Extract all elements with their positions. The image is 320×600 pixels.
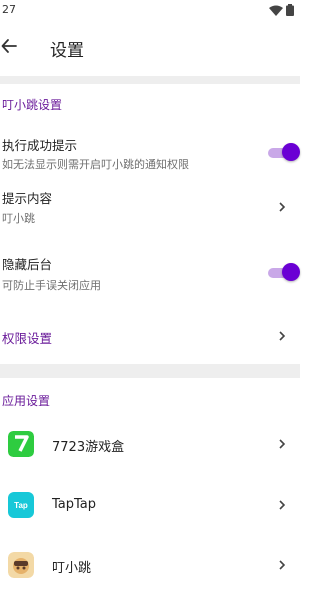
exec-hint-subtitle: 如无法显示则需开启叮小跳的通知权限 xyxy=(2,158,189,171)
exec-hint-title: 执行成功提示 xyxy=(2,138,78,153)
wifi-icon xyxy=(269,5,283,16)
app-label-7723: 7723游戏盒 xyxy=(52,440,125,455)
hide-bg-toggle[interactable] xyxy=(268,263,300,281)
permissions-label: 权限设置 xyxy=(2,331,53,346)
app-bar: 设置 xyxy=(0,22,300,74)
hide-bg-title: 隐藏后台 xyxy=(2,257,53,272)
divider xyxy=(0,76,300,84)
app-label-dingxiaotiao: 叮小跳 xyxy=(52,561,92,576)
battery-icon xyxy=(286,4,294,16)
section-divider xyxy=(0,364,300,378)
status-icons xyxy=(269,4,294,16)
chevron-right-icon xyxy=(279,500,286,510)
exec-hint-toggle[interactable] xyxy=(268,143,300,161)
hint-content-value: 叮小跳 xyxy=(2,212,35,225)
dingxiaotiao-app-icon xyxy=(8,552,34,578)
chevron-right-icon xyxy=(279,331,286,341)
status-time: 27 xyxy=(2,3,16,16)
7723-app-icon xyxy=(8,431,34,457)
section-header-app-settings: 应用设置 xyxy=(2,394,51,408)
app-label-taptap: TapTap xyxy=(52,497,97,512)
status-bar: 27 xyxy=(0,0,300,22)
taptap-app-icon: Tap xyxy=(8,492,34,518)
chevron-right-icon xyxy=(279,560,286,570)
hint-content-title: 提示内容 xyxy=(2,191,53,206)
hide-bg-subtitle: 可防止手误关闭应用 xyxy=(2,279,101,292)
chevron-right-icon xyxy=(279,202,286,212)
back-arrow-icon[interactable] xyxy=(0,36,20,56)
page-title: 设置 xyxy=(50,41,84,61)
section-header-dingxiaotiao: 叮小跳设置 xyxy=(2,98,63,112)
chevron-right-icon xyxy=(279,439,286,449)
